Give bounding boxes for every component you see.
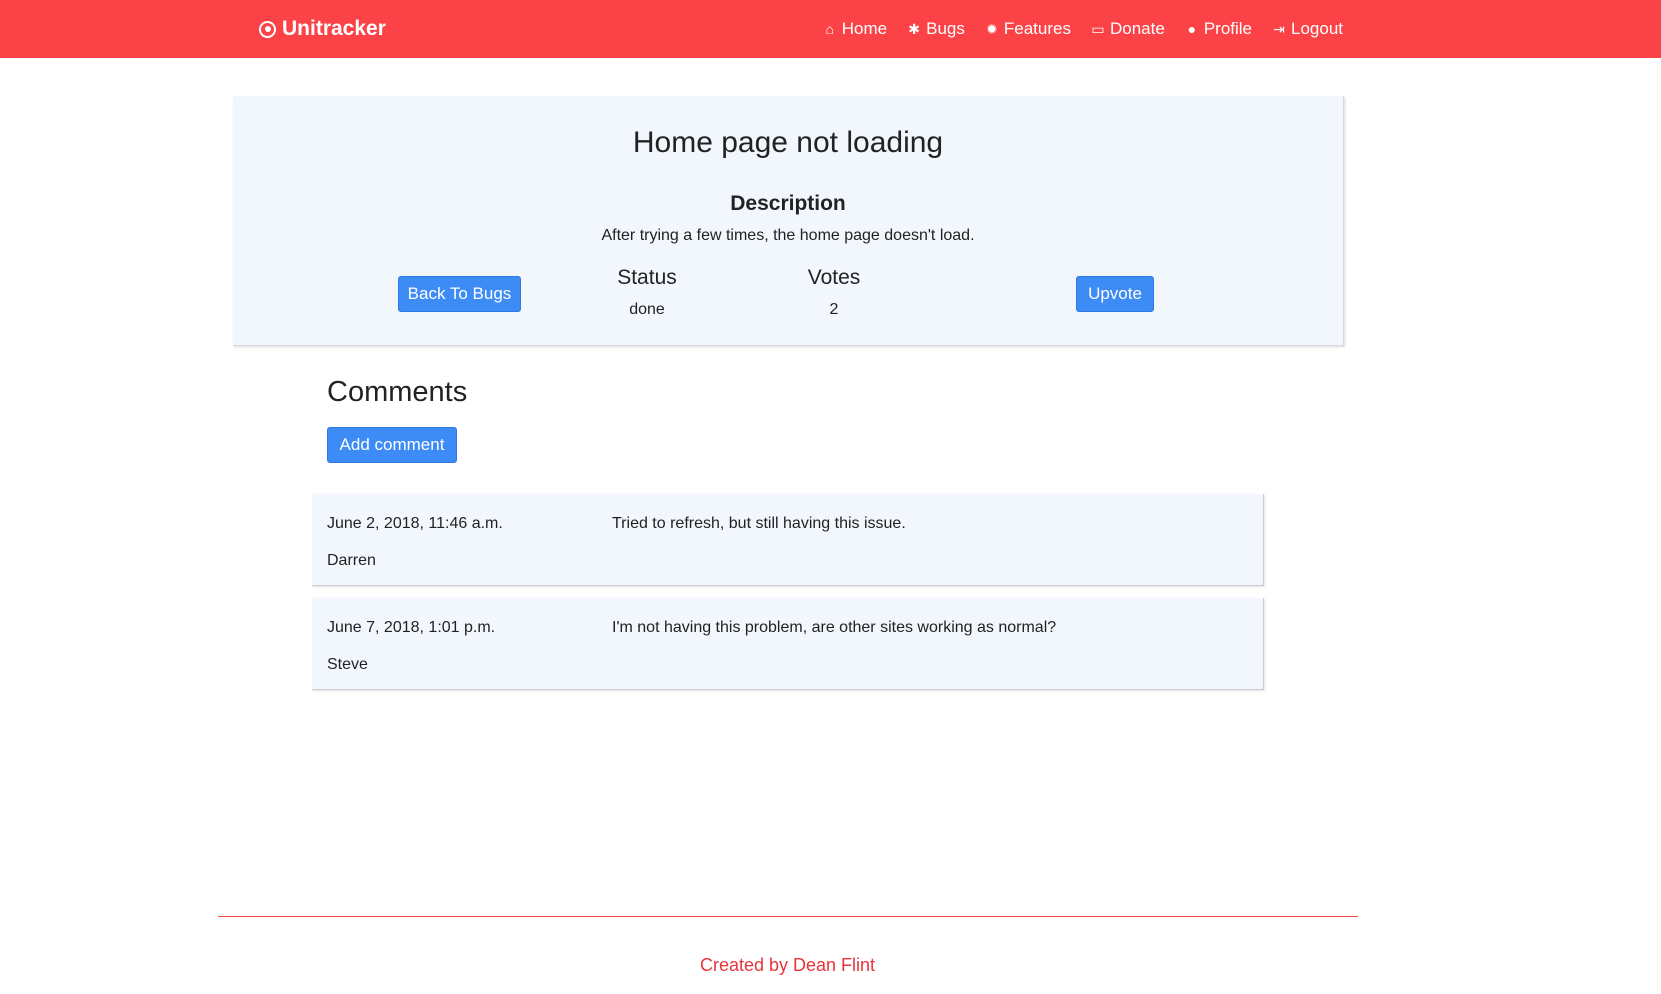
status-label: Status xyxy=(617,266,677,289)
dot-circle-icon xyxy=(259,20,276,38)
comment-card: June 2, 2018, 11:46 a.m. Darren Tried to… xyxy=(312,494,1264,586)
nav-item-home[interactable]: ⌂ Home xyxy=(823,19,888,39)
back-to-bugs-button[interactable]: Back To Bugs xyxy=(398,276,521,312)
comment-text: I'm not having this problem, are other s… xyxy=(612,619,1057,636)
comment-author: Steve xyxy=(327,656,368,673)
comment-date: June 2, 2018, 11:46 a.m. xyxy=(327,515,503,532)
comment-card: June 7, 2018, 1:01 p.m. Steve I'm not ha… xyxy=(312,598,1264,690)
nav-item-logout[interactable]: ⇥ Logout xyxy=(1272,19,1343,39)
nav-item-label: Bugs xyxy=(926,19,965,38)
comment-text: Tried to refresh, but still having this … xyxy=(612,515,906,532)
status-block: Status done xyxy=(590,266,704,319)
status-value: done xyxy=(629,301,665,318)
nav-item-features[interactable]: ✹ Features xyxy=(985,19,1071,39)
bug-icon: ✱ xyxy=(908,21,920,37)
description-heading: Description xyxy=(730,192,846,215)
user-icon: ● xyxy=(1187,21,1197,37)
bug-title: Home page not loading xyxy=(632,126,944,159)
nav-item-label: Logout xyxy=(1291,19,1343,38)
nav-item-label: Donate xyxy=(1109,19,1165,38)
votes-value: 2 xyxy=(829,301,839,318)
comment-date: June 7, 2018, 1:01 p.m. xyxy=(327,619,496,636)
bug-detail-panel: Home page not loading Description After … xyxy=(233,96,1344,346)
certificate-icon: ✹ xyxy=(986,21,998,37)
nav-item-label: Features xyxy=(1003,19,1071,38)
nav-item-donate[interactable]: ▭ Donate xyxy=(1091,19,1165,39)
add-comment-button[interactable]: Add comment xyxy=(327,427,457,463)
brand-link[interactable]: Unitracker xyxy=(259,14,386,44)
sign-out-icon: ⇥ xyxy=(1273,21,1285,37)
bug-description: After trying a few times, the home page … xyxy=(601,227,975,244)
credit-card-icon: ▭ xyxy=(1091,21,1105,37)
footer-divider xyxy=(218,916,1358,917)
comment-author: Darren xyxy=(327,552,376,569)
nav-item-label: Home xyxy=(841,19,888,38)
nav-item-profile[interactable]: ● Profile xyxy=(1185,19,1252,39)
nav-menu: ⌂ Home ✱ Bugs ✹ Features ▭ Donate ● Prof… xyxy=(823,14,1343,44)
brand-label: Unitracker xyxy=(282,17,386,40)
footer-credit: Created by Dean Flint xyxy=(699,955,876,975)
nav-item-bugs[interactable]: ✱ Bugs xyxy=(907,19,965,39)
nav-item-label: Profile xyxy=(1203,19,1252,38)
comments-heading: Comments xyxy=(327,376,468,408)
votes-block: Votes 2 xyxy=(775,266,893,319)
upvote-button[interactable]: Upvote xyxy=(1076,276,1154,312)
navbar: Unitracker ⌂ Home ✱ Bugs ✹ Features ▭ Do… xyxy=(0,0,1661,58)
votes-label: Votes xyxy=(807,266,861,289)
home-icon: ⌂ xyxy=(825,21,835,37)
